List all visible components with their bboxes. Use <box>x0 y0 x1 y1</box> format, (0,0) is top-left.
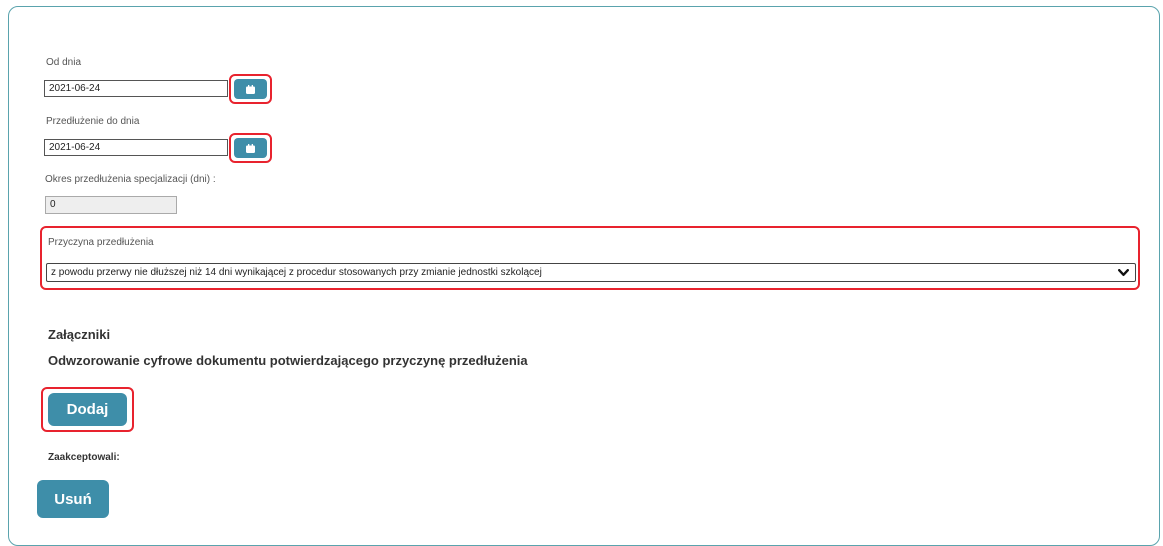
attachments-title: Załączniki <box>48 327 111 342</box>
reason-select[interactable]: z powodu przerwy nie dłuższej niż 14 dni… <box>46 263 1136 282</box>
extend-to-input[interactable]: 2021-06-24 <box>44 139 228 156</box>
period-input: 0 <box>45 196 177 214</box>
extend-to-calendar-button[interactable] <box>234 138 267 158</box>
from-date-calendar-highlight <box>229 74 272 104</box>
accepted-label: Zaakceptowali: <box>48 452 120 463</box>
extend-to-calendar-highlight <box>229 133 272 163</box>
from-date-input[interactable]: 2021-06-24 <box>44 80 228 97</box>
add-button[interactable]: Dodaj <box>48 393 127 426</box>
extend-to-label: Przedłużenie do dnia <box>46 116 140 127</box>
add-button-highlight: Dodaj <box>41 387 134 432</box>
calendar-icon <box>246 143 255 153</box>
reason-label: Przyczyna przedłużenia <box>48 237 154 248</box>
reason-select-value: z powodu przerwy nie dłuższej niż 14 dni… <box>51 267 542 278</box>
chevron-down-icon <box>1118 269 1129 276</box>
delete-button[interactable]: Usuń <box>37 480 109 518</box>
from-date-calendar-button[interactable] <box>234 79 267 99</box>
from-date-label: Od dnia <box>46 57 82 68</box>
attachments-subtitle: Odwzorowanie cyfrowe dokumentu potwierdz… <box>48 353 528 368</box>
calendar-icon <box>246 84 255 94</box>
period-label: Okres przedłużenia specjalizacji (dni) : <box>45 174 216 185</box>
